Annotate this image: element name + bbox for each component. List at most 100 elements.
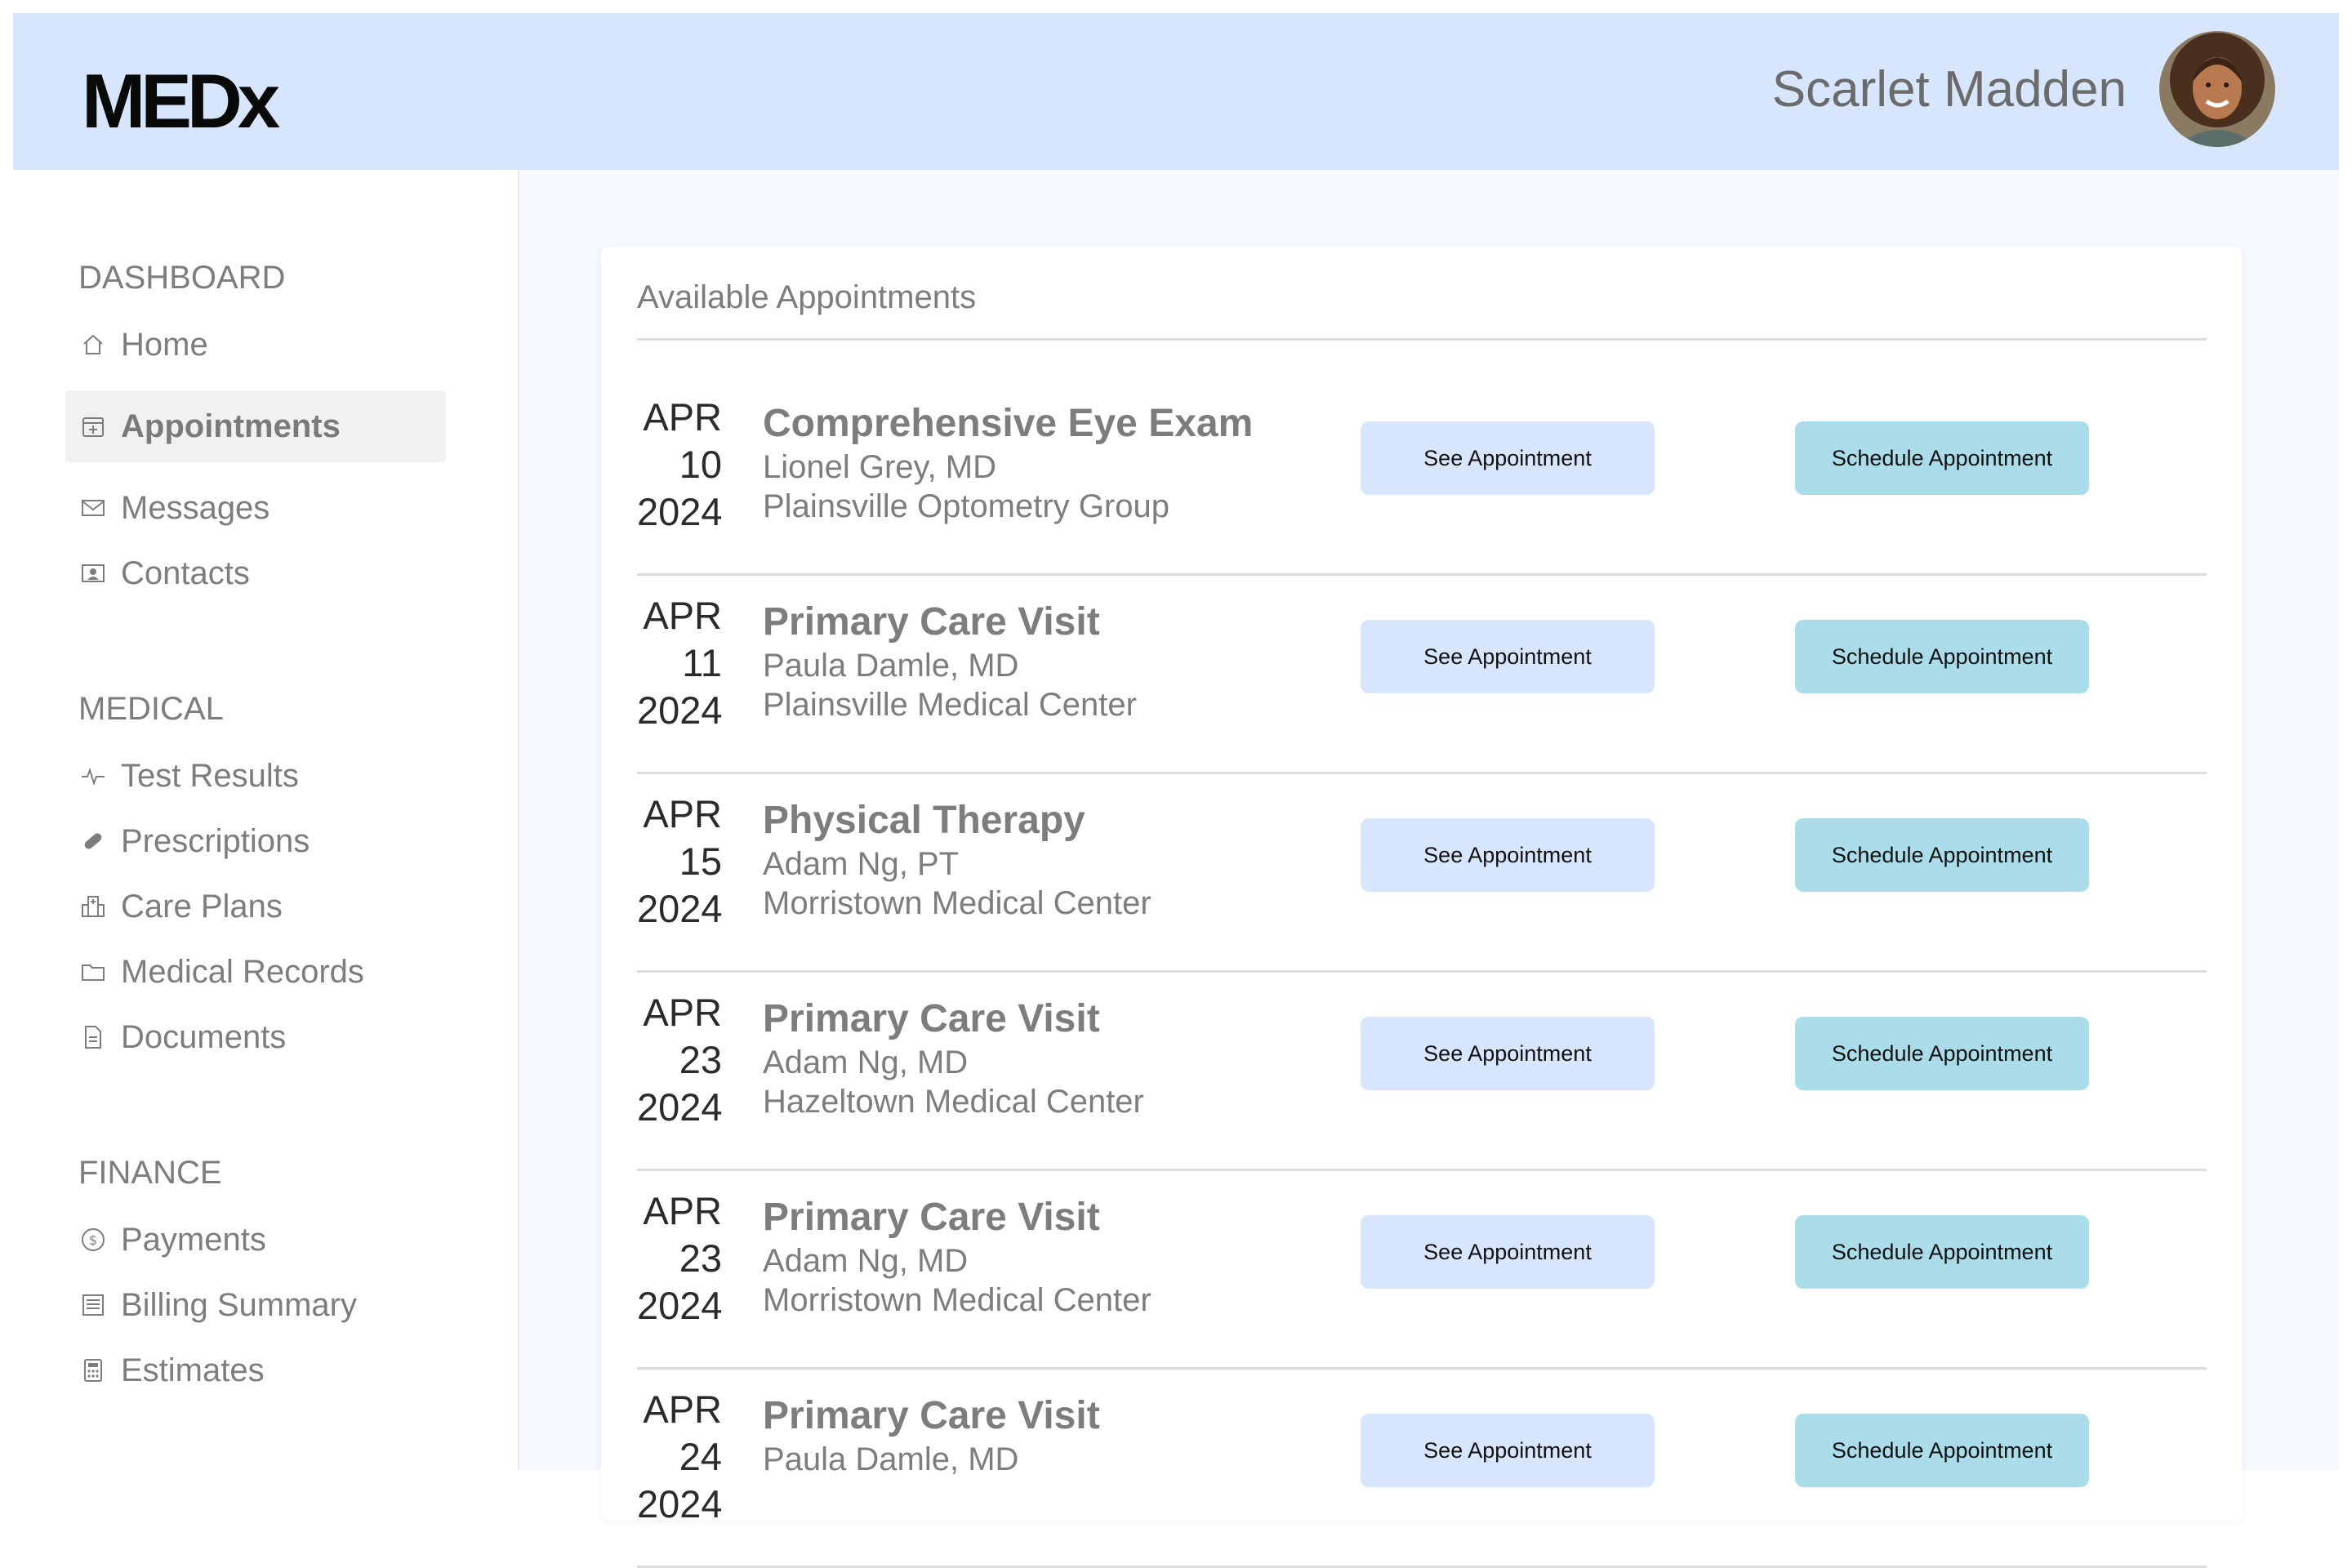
- schedule-appointment-button[interactable]: Schedule Appointment: [1795, 1017, 2089, 1090]
- sidebar-item-label: Care Plans: [121, 888, 283, 924]
- sidebar-item-appointments[interactable]: Appointments: [65, 390, 446, 462]
- top-header: MEDx Scarlet Madden: [13, 13, 2339, 170]
- user-name[interactable]: Scarlet Madden: [1772, 60, 2127, 118]
- schedule-appointment-button[interactable]: Schedule Appointment: [1795, 1414, 2089, 1487]
- calculator-icon: [78, 1356, 108, 1385]
- pill-icon: [78, 826, 108, 856]
- appointment-doctor: Paula Damle, MD: [763, 1441, 1019, 1477]
- pulse-icon: [78, 761, 108, 791]
- sidebar-item-payments[interactable]: $ Payments: [65, 1204, 446, 1276]
- sidebar-item-label: Contacts: [121, 555, 250, 591]
- date-month: APR: [643, 991, 722, 1034]
- sidebar-item-messages[interactable]: Messages: [65, 472, 446, 544]
- sidebar-item-label: Messages: [121, 489, 270, 526]
- sidebar-item-label: Estimates: [121, 1352, 265, 1388]
- appointment-date: APR 23 2024: [637, 989, 723, 1131]
- see-appointment-button[interactable]: See Appointment: [1361, 818, 1655, 892]
- date-month: APR: [643, 395, 722, 439]
- appointment-location: Plainsville Optometry Group: [763, 488, 1169, 524]
- sidebar-item-label: Prescriptions: [121, 822, 310, 859]
- sidebar-item-label: Test Results: [121, 757, 299, 794]
- appointment-title: Primary Care Visit: [763, 997, 1100, 1040]
- sidebar: DASHBOARD Home Appointments Messages Con…: [13, 170, 519, 1470]
- appointment-title: Comprehensive Eye Exam: [763, 402, 1254, 445]
- appointment-info: Primary Care Visit Adam Ng, MD Hazeltown…: [763, 996, 1144, 1121]
- appointment-row: APR 10 2024 Comprehensive Eye Exam Lione…: [637, 376, 2207, 576]
- date-year: 2024: [637, 688, 723, 732]
- schedule-appointment-button[interactable]: Schedule Appointment: [1795, 1215, 2089, 1289]
- date-year: 2024: [637, 1284, 723, 1327]
- appointment-title: Physical Therapy: [763, 799, 1085, 842]
- sidebar-item-label: Payments: [121, 1221, 266, 1258]
- see-appointment-button[interactable]: See Appointment: [1361, 1414, 1655, 1487]
- card-divider: [637, 338, 2207, 341]
- appointment-row: APR 24 2024 Primary Care Visit Paula Dam…: [637, 1368, 2207, 1568]
- appointment-info: Primary Care Visit Paula Damle, MD: [763, 1392, 1100, 1479]
- see-appointment-button[interactable]: See Appointment: [1361, 1017, 1655, 1090]
- document-icon: [78, 1022, 108, 1052]
- sidebar-item-label: Home: [121, 326, 208, 363]
- date-day: 15: [679, 840, 722, 883]
- sidebar-item-label: Appointments: [121, 408, 341, 444]
- date-day: 11: [682, 641, 722, 684]
- hospital-icon: [78, 892, 108, 921]
- see-appointment-button[interactable]: See Appointment: [1361, 1215, 1655, 1289]
- calendar-icon: [78, 412, 108, 441]
- contact-card-icon: [78, 559, 108, 588]
- dollar-coin-icon: $: [78, 1225, 108, 1254]
- appointment-info: Primary Care Visit Adam Ng, MD Morristow…: [763, 1194, 1152, 1320]
- sidebar-item-label: Billing Summary: [121, 1286, 357, 1323]
- date-year: 2024: [637, 887, 723, 930]
- date-year: 2024: [637, 1482, 723, 1526]
- sidebar-item-medical-records[interactable]: Medical Records: [65, 936, 446, 1008]
- appointment-info: Primary Care Visit Paula Damle, MD Plain…: [763, 599, 1137, 724]
- home-icon: [78, 330, 108, 359]
- date-month: APR: [643, 594, 722, 637]
- date-month: APR: [643, 1189, 722, 1232]
- appointment-date: APR 23 2024: [637, 1187, 723, 1330]
- sidebar-item-home[interactable]: Home: [65, 309, 446, 381]
- appointment-date: APR 11 2024: [637, 592, 723, 734]
- svg-text:$: $: [89, 1232, 97, 1248]
- sidebar-item-care-plans[interactable]: Care Plans: [65, 871, 446, 942]
- appointment-location: Morristown Medical Center: [763, 1282, 1152, 1318]
- see-appointment-button[interactable]: See Appointment: [1361, 421, 1655, 495]
- appointment-location: Morristown Medical Center: [763, 885, 1152, 921]
- date-day: 10: [679, 443, 722, 486]
- see-appointment-button[interactable]: See Appointment: [1361, 620, 1655, 693]
- app-logo[interactable]: MEDx: [82, 57, 280, 145]
- appointment-row: APR 11 2024 Primary Care Visit Paula Dam…: [637, 574, 2207, 774]
- date-month: APR: [643, 1388, 722, 1431]
- appointment-doctor: Adam Ng, PT: [763, 846, 960, 882]
- date-day: 24: [679, 1435, 722, 1478]
- date-day: 23: [679, 1236, 722, 1280]
- sidebar-item-billing-summary[interactable]: Billing Summary: [65, 1269, 446, 1341]
- envelope-icon: [78, 493, 108, 523]
- sidebar-item-estimates[interactable]: Estimates: [65, 1334, 446, 1406]
- ledger-icon: [78, 1290, 108, 1320]
- sidebar-item-prescriptions[interactable]: Prescriptions: [65, 805, 446, 877]
- schedule-appointment-button[interactable]: Schedule Appointment: [1795, 620, 2089, 693]
- appointment-doctor: Adam Ng, MD: [763, 1045, 969, 1080]
- appointment-title: Primary Care Visit: [763, 600, 1100, 644]
- appointment-location: Hazeltown Medical Center: [763, 1084, 1144, 1120]
- appointment-doctor: Paula Damle, MD: [763, 648, 1019, 684]
- date-year: 2024: [637, 490, 723, 533]
- date-month: APR: [643, 792, 722, 835]
- user-avatar[interactable]: [2159, 31, 2275, 147]
- appointment-row: APR 15 2024 Physical Therapy Adam Ng, PT…: [637, 773, 2207, 973]
- sidebar-item-documents[interactable]: Documents: [65, 1001, 446, 1073]
- section-title-dashboard: DASHBOARD: [78, 260, 286, 296]
- sidebar-item-contacts[interactable]: Contacts: [65, 537, 446, 609]
- section-title-medical: MEDICAL: [78, 691, 224, 727]
- appointment-doctor: Lionel Grey, MD: [763, 449, 997, 485]
- date-year: 2024: [637, 1085, 723, 1129]
- appointment-date: APR 15 2024: [637, 791, 723, 933]
- appointment-row: APR 23 2024 Primary Care Visit Adam Ng, …: [637, 1169, 2207, 1370]
- sidebar-item-test-results[interactable]: Test Results: [65, 740, 446, 812]
- appointment-doctor: Adam Ng, MD: [763, 1243, 969, 1279]
- schedule-appointment-button[interactable]: Schedule Appointment: [1795, 818, 2089, 892]
- sidebar-item-label: Medical Records: [121, 953, 364, 990]
- appointment-row: APR 23 2024 Primary Care Visit Adam Ng, …: [637, 971, 2207, 1171]
- schedule-appointment-button[interactable]: Schedule Appointment: [1795, 421, 2089, 495]
